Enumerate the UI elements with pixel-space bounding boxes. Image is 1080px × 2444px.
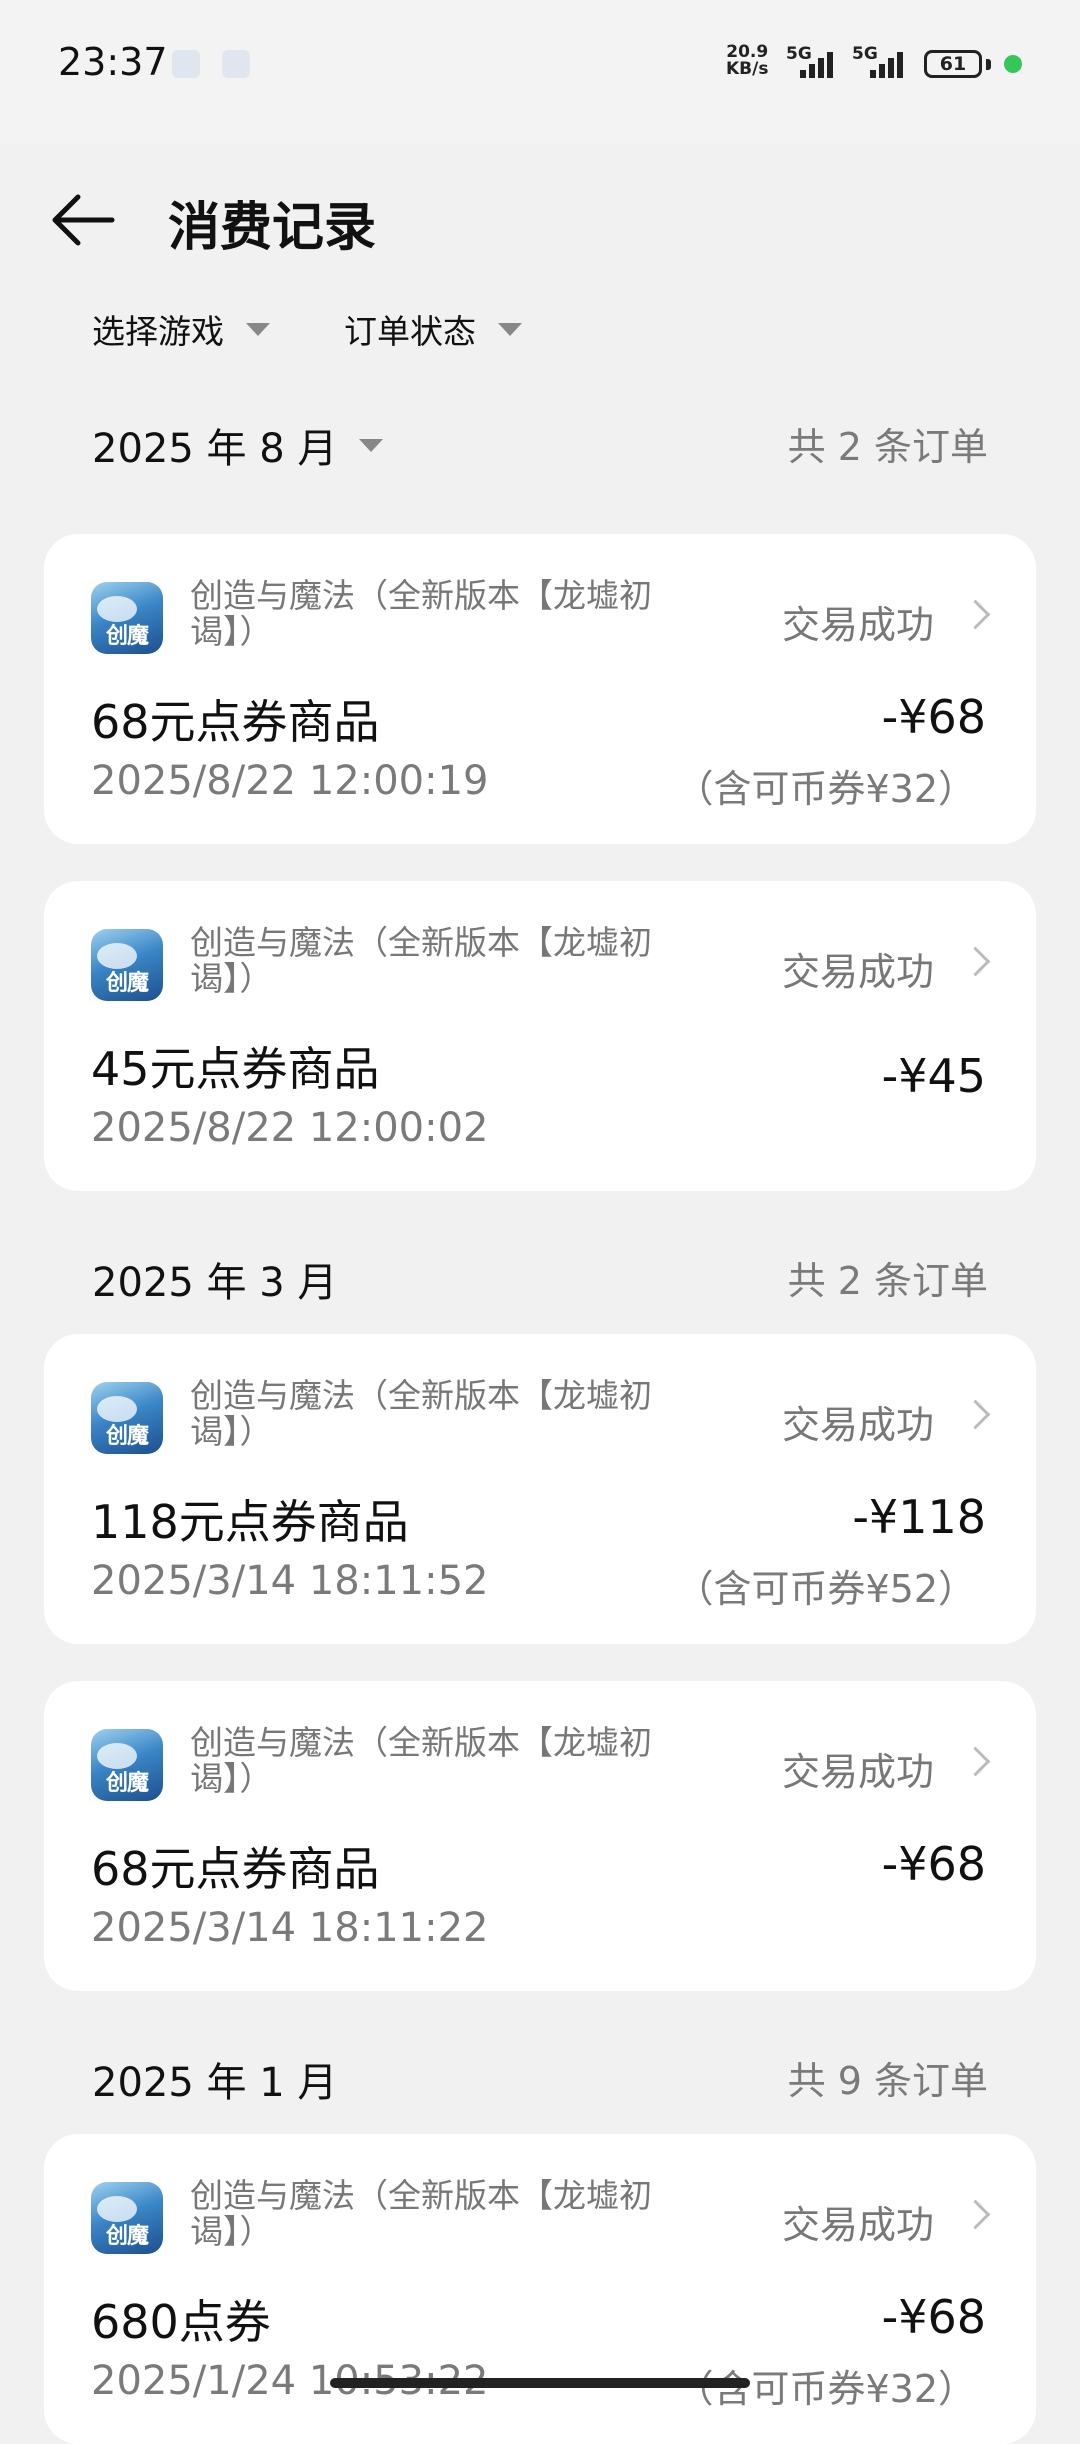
chevron-right-icon [960,1746,991,1777]
game-icon-text: 创魔 [105,2224,149,2249]
product-name: 680点券 [91,2295,271,2349]
order-status: 交易成功 [781,1403,934,1447]
game-icon-text: 创魔 [105,624,149,649]
status-filter-dropdown[interactable]: 订单状态 [344,305,522,353]
chevron-right-icon [960,2199,991,2230]
order-time: 2025/3/14 18:11:22 [91,1905,489,1951]
order-status: 交易成功 [781,603,934,647]
product-name: 68元点券商品 [91,695,380,749]
privacy-indicator-dot [1004,55,1022,73]
product-name: 118元点券商品 [91,1495,409,1549]
order-amount: -¥118 [852,1490,986,1544]
caret-down-icon [246,322,270,336]
order-status: 交易成功 [781,2203,934,2247]
signal-icon [800,48,844,78]
battery-tip [986,59,991,70]
order-amount: -¥68 [881,2290,986,2344]
product-name: 45元点券商品 [91,1042,380,1096]
order-status: 交易成功 [781,1750,934,1794]
coupon-note: （含可币券¥32） [675,767,976,811]
page-title: 消费记录 [168,198,377,258]
battery-icon: 61 [924,50,982,78]
order-card[interactable]: 创魔 创造与魔法（全新版本【龙墟初谒】） 交易成功 68元点券商品 -¥68 2… [44,1681,1036,1991]
order-amount: -¥45 [881,1049,986,1103]
network-speed-unit: KB/s [726,59,769,79]
order-card[interactable]: 创魔 创造与魔法（全新版本【龙墟初谒】） 交易成功 680点券 -¥68 202… [44,2134,1036,2444]
game-icon-text: 创魔 [105,1424,149,1449]
game-filter-label: 选择游戏 [92,312,224,351]
order-status: 交易成功 [781,950,934,994]
order-card[interactable]: 创魔 创造与魔法（全新版本【龙墟初谒】） 交易成功 68元点券商品 -¥68 2… [44,534,1036,844]
order-time: 2025/8/22 12:00:02 [91,1105,489,1151]
order-amount: -¥68 [881,690,986,744]
month-order-count: 共 9 条订单 [787,2059,988,2103]
back-button[interactable] [40,180,130,260]
game-name: 创造与魔法（全新版本【龙墟初谒】） [190,576,652,651]
month-order-count: 共 2 条订单 [787,425,988,469]
coupon-note: （含可币券¥52） [675,1567,976,1611]
status-time: 23:37 [58,40,168,84]
game-filter-dropdown[interactable]: 选择游戏 [92,305,270,353]
game-name: 创造与魔法（全新版本【龙墟初谒】） [190,1376,652,1451]
caret-down-icon [498,322,522,336]
game-icon: 创魔 [91,1382,163,1454]
month-label: 2025 年 3 月 [92,1260,338,1306]
month-label: 2025 年 8 月 [92,426,338,472]
order-time: 2025/3/14 18:11:52 [91,1558,489,1604]
order-card[interactable]: 创魔 创造与魔法（全新版本【龙墟初谒】） 交易成功 118元点券商品 -¥118… [44,1334,1036,1644]
order-amount: -¥68 [881,1837,986,1891]
product-name: 68元点券商品 [91,1842,380,1896]
order-card[interactable]: 创魔 创造与魔法（全新版本【龙墟初谒】） 交易成功 45元点券商品 -¥45 2… [44,881,1036,1191]
game-name: 创造与魔法（全新版本【龙墟初谒】） [190,1723,652,1798]
game-icon: 创魔 [91,1729,163,1801]
month-label: 2025 年 1 月 [92,2060,338,2106]
game-name: 创造与魔法（全新版本【龙墟初谒】） [190,2176,652,2251]
game-icon: 创魔 [91,929,163,1001]
month-header: 2025 年 3 月 共 2 条订单 [92,1250,988,1310]
game-icon: 创魔 [91,2182,163,2254]
network-speed: 20.9 KB/s [726,44,768,78]
month-order-count: 共 2 条订单 [787,1259,988,1303]
caret-down-icon [359,438,384,452]
month-selector[interactable]: 2025 年 8 月 [92,416,384,474]
status-filter-label: 订单状态 [344,312,476,351]
signal-icon [870,48,914,78]
game-name: 创造与魔法（全新版本【龙墟初谒】） [190,923,652,998]
order-time: 2025/8/22 12:00:19 [91,758,489,804]
chevron-right-icon [960,599,991,630]
status-bar: 23:37 20.9 KB/s 5G 5G 61 [0,0,1080,145]
home-indicator[interactable] [330,2378,750,2388]
chevron-right-icon [960,1399,991,1430]
game-icon: 创魔 [91,582,163,654]
month-header: 2025 年 1 月 共 9 条订单 [92,2050,988,2110]
month-header: 2025 年 8 月 共 2 条订单 [92,416,988,476]
notification-app-icon [172,50,200,78]
game-icon-text: 创魔 [105,1771,149,1796]
game-icon-text: 创魔 [105,971,149,996]
arrow-left-icon [52,194,115,246]
notification-app-icon [222,50,250,78]
chevron-right-icon [960,946,991,977]
